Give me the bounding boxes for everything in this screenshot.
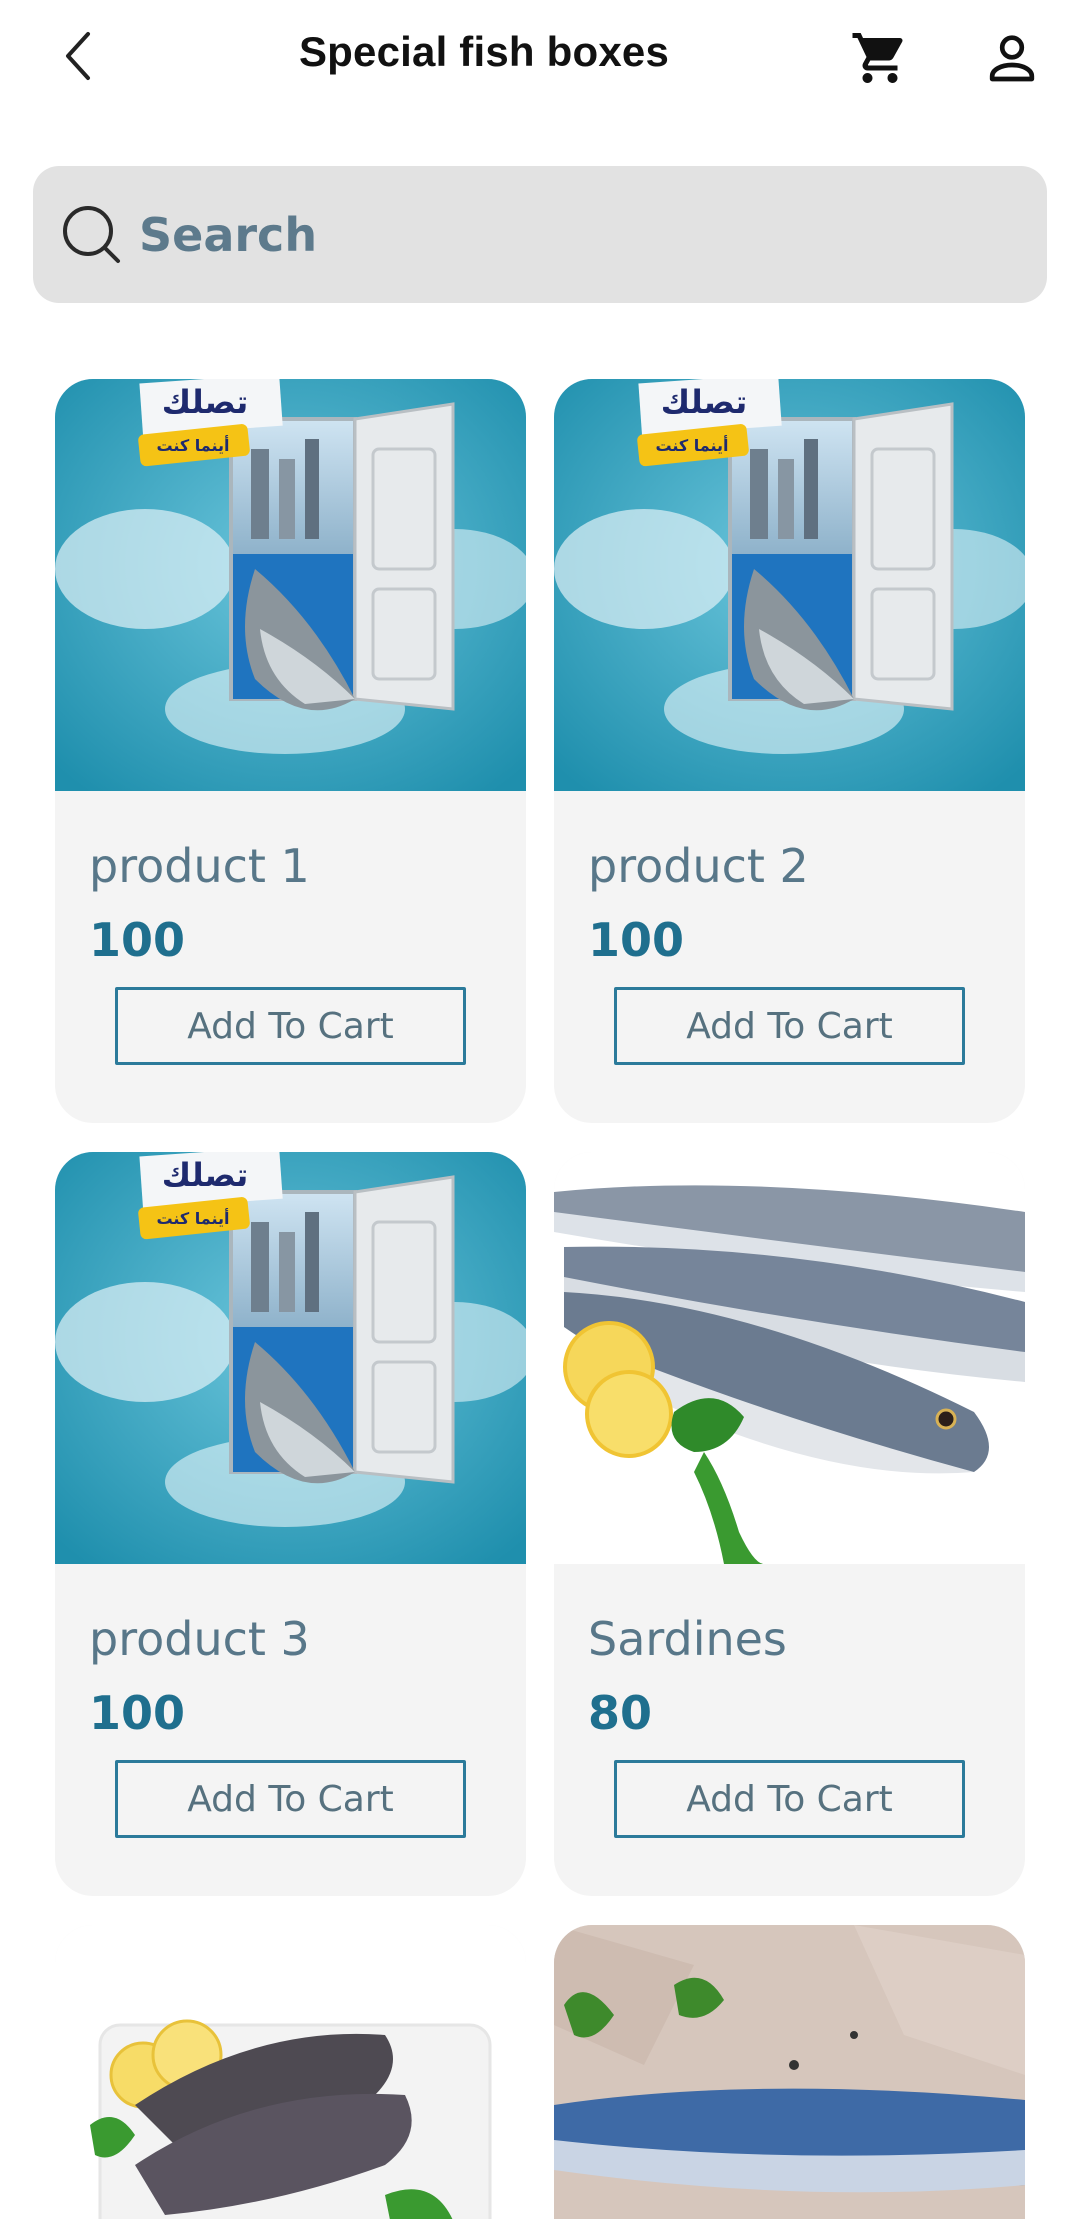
product-card[interactable]: تصلك أينما كنت product 1 100 Add To Cart — [55, 379, 526, 1123]
product-price: 100 — [89, 1686, 186, 1740]
cart-button[interactable] — [846, 24, 914, 92]
svg-text:تصلك: تصلك — [162, 383, 248, 421]
product-card[interactable]: تصلك أينما كنت product 3 100 Add To Cart — [55, 1152, 526, 1896]
search-icon — [59, 202, 125, 268]
cart-icon — [852, 33, 903, 83]
product-name: product 3 — [89, 1612, 310, 1666]
product-price: 100 — [89, 913, 186, 967]
svg-text:أينما كنت: أينما كنت — [655, 435, 728, 455]
product-image — [554, 1152, 1025, 1564]
add-to-cart-button[interactable]: Add To Cart — [115, 987, 466, 1065]
top-bar: Special fish boxes — [0, 0, 1080, 120]
svg-text:أينما كنت: أينما كنت — [156, 1208, 229, 1228]
product-card[interactable] — [554, 1925, 1025, 2219]
product-card[interactable]: Sardines 80 Add To Cart — [554, 1152, 1025, 1896]
svg-text:أينما كنت: أينما كنت — [156, 435, 229, 455]
product-name: product 2 — [588, 839, 809, 893]
product-price: 80 — [588, 1686, 653, 1740]
user-icon — [989, 35, 1035, 82]
product-card[interactable]: تصلك أينما كنت product 2 100 Add To Cart — [554, 379, 1025, 1123]
add-to-cart-button[interactable]: Add To Cart — [115, 1760, 466, 1838]
product-price: 100 — [588, 913, 685, 967]
product-name: product 1 — [89, 839, 310, 893]
search-input[interactable] — [139, 194, 999, 275]
app-screen: Special fish boxes Search تصلك أينما كنت… — [0, 0, 1080, 2219]
add-to-cart-button[interactable]: Add To Cart — [614, 1760, 965, 1838]
svg-text:تصلك: تصلك — [661, 383, 747, 421]
profile-button[interactable] — [978, 24, 1046, 92]
product-image — [55, 1925, 526, 2219]
product-card[interactable] — [55, 1925, 526, 2219]
product-image: تصلك أينما كنت — [554, 379, 1025, 791]
product-image — [554, 1925, 1025, 2219]
product-image: تصلك أينما كنت — [55, 1152, 526, 1564]
product-name: Sardines — [588, 1612, 787, 1666]
search-bar[interactable] — [33, 166, 1047, 303]
page-title: Special fish boxes — [298, 28, 670, 75]
product-image: تصلك أينما كنت — [55, 379, 526, 791]
svg-text:تصلك: تصلك — [162, 1156, 248, 1194]
add-to-cart-button[interactable]: Add To Cart — [614, 987, 965, 1065]
